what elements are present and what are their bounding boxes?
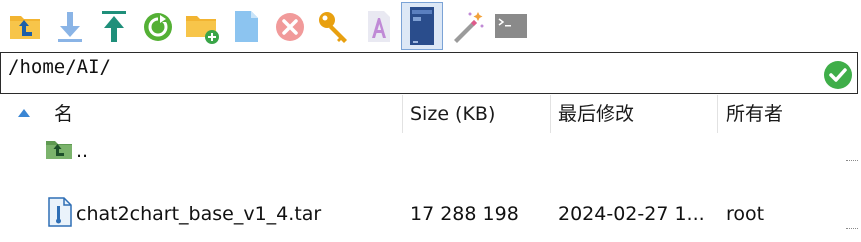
terminal-button[interactable]: [492, 6, 532, 46]
panel-icon: [410, 7, 434, 45]
file-modified: 2024-02-27 1...: [558, 203, 705, 225]
refresh-icon: [144, 13, 172, 41]
permissions-button[interactable]: [314, 6, 354, 46]
path-input[interactable]: [6, 55, 790, 79]
magic-wand-button[interactable]: [448, 6, 488, 46]
rename-button[interactable]: [358, 6, 398, 46]
file-size: 17 288 198: [410, 203, 519, 225]
delete-button[interactable]: [270, 6, 310, 46]
terminal-icon: [495, 14, 527, 38]
scroll-indicator: [846, 228, 858, 231]
column-header-size[interactable]: Size (KB): [404, 95, 550, 133]
file-icon: [48, 197, 72, 227]
column-divider[interactable]: [717, 95, 718, 133]
download-button[interactable]: [50, 6, 90, 46]
new-folder-icon: [186, 16, 219, 44]
toolbar: [0, 0, 861, 52]
column-header-modified[interactable]: 最后修改: [552, 95, 716, 133]
column-header-name[interactable]: 名: [48, 95, 402, 133]
parent-folder-button[interactable]: [6, 6, 46, 46]
column-divider[interactable]: [402, 95, 403, 133]
key-icon: [319, 12, 347, 43]
new-file-icon: [235, 11, 258, 42]
confirm-check-icon[interactable]: [823, 60, 853, 90]
file-name: ..: [76, 140, 89, 162]
delete-x-icon: [276, 13, 304, 41]
table-row[interactable]: chat2chart_base_v1_4.tar 17 288 198 2024…: [0, 194, 861, 234]
path-bar: [0, 52, 858, 94]
new-folder-button[interactable]: [182, 6, 222, 46]
download-arrow-icon: [58, 12, 82, 42]
sort-ascending-icon[interactable]: [18, 109, 30, 117]
folder-up-icon: [10, 16, 40, 39]
split-view-button[interactable]: [401, 2, 443, 50]
new-file-button[interactable]: [226, 6, 266, 46]
upload-button[interactable]: [94, 6, 134, 46]
file-owner: root: [726, 203, 765, 225]
column-header: 名 Size (KB) 最后修改 所有者: [0, 95, 861, 133]
refresh-button[interactable]: [138, 6, 178, 46]
magic-wand-icon: [454, 12, 484, 43]
table-row-parent[interactable]: ..: [0, 131, 861, 171]
rename-a-icon: [368, 11, 390, 42]
column-divider[interactable]: [550, 95, 551, 133]
column-header-owner[interactable]: 所有者: [720, 95, 858, 133]
file-name: chat2chart_base_v1_4.tar: [76, 203, 322, 225]
upload-arrow-icon: [102, 11, 126, 42]
parent-folder-icon: [46, 141, 72, 159]
scroll-indicator: [846, 160, 858, 163]
